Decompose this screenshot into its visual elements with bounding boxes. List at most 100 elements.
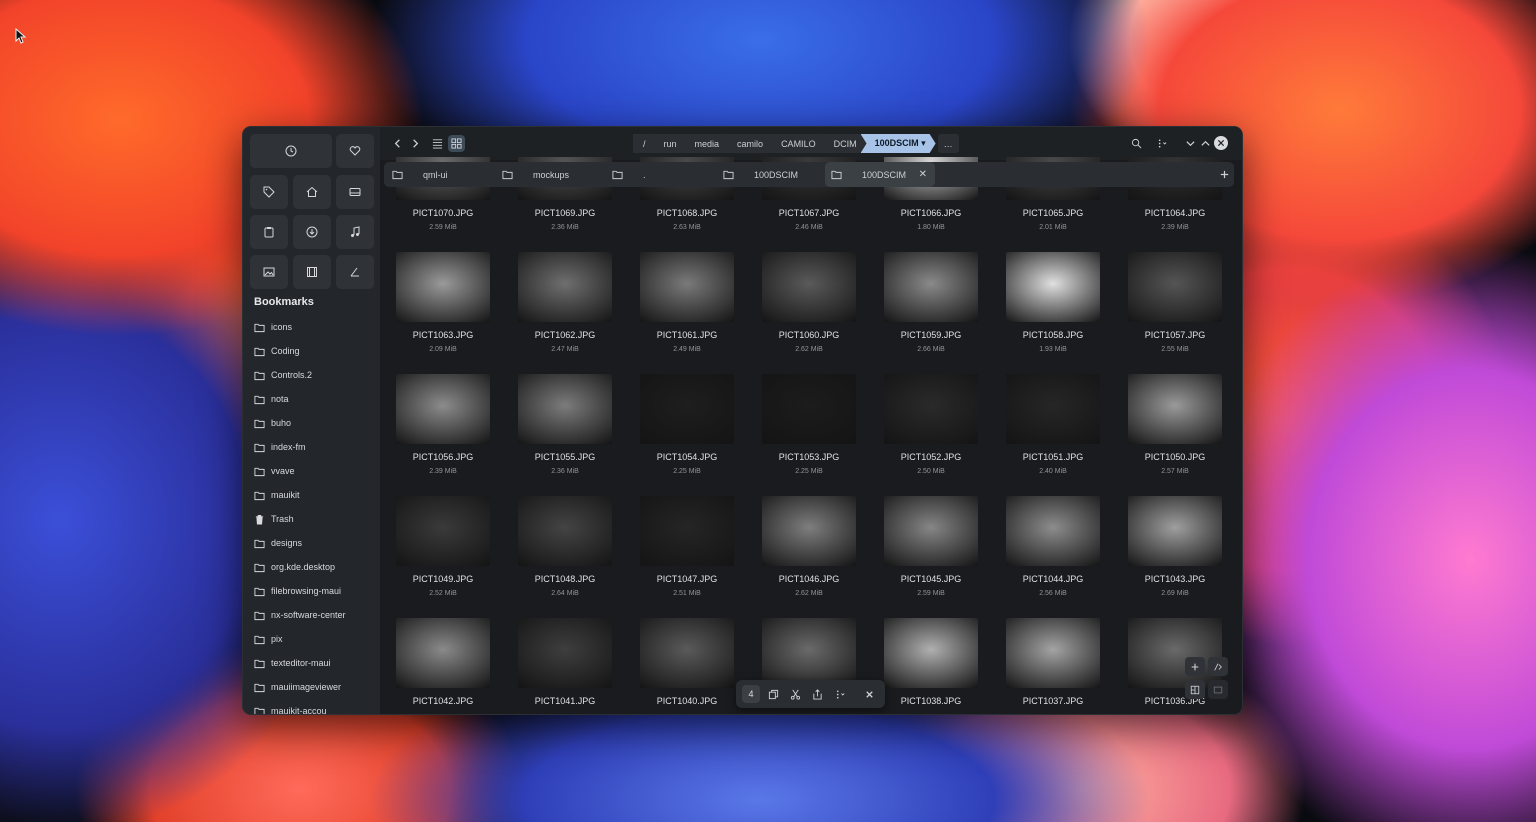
file-name[interactable]: PICT1058.JPG <box>992 330 1114 340</box>
breadcrumb-item[interactable]: 100DSCIM ▾ <box>861 134 936 153</box>
copy-button[interactable] <box>762 685 784 703</box>
share-button[interactable] <box>806 685 828 703</box>
tab[interactable]: 100DSCIM ✕ <box>825 162 935 187</box>
minimize-button[interactable] <box>1183 135 1197 152</box>
tags-button[interactable] <box>250 175 288 209</box>
file-name[interactable]: PICT1043.JPG <box>1114 574 1236 584</box>
list-view-button[interactable] <box>429 135 446 152</box>
file-name[interactable]: PICT1044.JPG <box>992 574 1114 584</box>
grid-view-button[interactable] <box>448 135 465 152</box>
menu-button[interactable] <box>1150 135 1172 152</box>
breadcrumb-item[interactable]: CAMILO <box>767 134 826 153</box>
tab[interactable]: mockups <box>502 162 602 187</box>
file-thumbnail[interactable] <box>518 618 612 688</box>
forward-button[interactable] <box>408 135 423 152</box>
breadcrumb-item[interactable]: media <box>681 134 730 153</box>
file-thumbnail[interactable] <box>884 374 978 444</box>
cut-button[interactable] <box>784 685 806 703</box>
file-name[interactable]: PICT1068.JPG <box>626 208 748 218</box>
file-name[interactable]: PICT1055.JPG <box>504 452 626 462</box>
tab[interactable]: 100DSCIM <box>723 162 823 187</box>
bookmark-item[interactable]: filebrowsing-maui <box>243 579 380 603</box>
downloads-button[interactable] <box>293 215 331 249</box>
file-thumbnail[interactable] <box>396 374 490 444</box>
file-name[interactable]: PICT1038.JPG <box>870 696 992 706</box>
terminal-button[interactable] <box>1208 657 1228 676</box>
breadcrumb-item[interactable]: camilo <box>723 134 773 153</box>
file-name[interactable]: PICT1049.JPG <box>382 574 504 584</box>
file-thumbnail[interactable] <box>640 496 734 566</box>
back-button[interactable] <box>390 135 405 152</box>
file-name[interactable]: PICT1061.JPG <box>626 330 748 340</box>
file-thumbnail[interactable] <box>1006 252 1100 322</box>
file-name[interactable]: PICT1037.JPG <box>992 696 1114 706</box>
file-name[interactable]: PICT1051.JPG <box>992 452 1114 462</box>
file-thumbnail[interactable] <box>518 374 612 444</box>
videos-button[interactable] <box>293 255 331 289</box>
file-thumbnail[interactable] <box>884 496 978 566</box>
documents-button[interactable] <box>336 255 374 289</box>
file-thumbnail[interactable] <box>762 496 856 566</box>
bookmark-item[interactable]: mauiimageviewer <box>243 675 380 699</box>
home-button[interactable] <box>293 175 331 209</box>
file-name[interactable]: PICT1059.JPG <box>870 330 992 340</box>
bookmark-item[interactable]: index-fm <box>243 435 380 459</box>
file-thumbnail[interactable] <box>762 252 856 322</box>
file-thumbnail[interactable] <box>518 252 612 322</box>
file-thumbnail[interactable] <box>396 618 490 688</box>
bookmark-item[interactable]: buho <box>243 411 380 435</box>
music-button[interactable] <box>336 215 374 249</box>
bookmark-item[interactable]: Trash <box>243 507 380 531</box>
breadcrumb-item[interactable]: DCIM <box>820 134 867 153</box>
file-thumbnail[interactable] <box>640 374 734 444</box>
file-name[interactable]: PICT1041.JPG <box>504 696 626 706</box>
file-name[interactable]: PICT1042.JPG <box>382 696 504 706</box>
file-name[interactable]: PICT1057.JPG <box>1114 330 1236 340</box>
tab[interactable]: . <box>612 162 712 187</box>
file-thumbnail[interactable] <box>762 374 856 444</box>
pictures-button[interactable] <box>250 255 288 289</box>
bookmark-item[interactable]: Coding <box>243 339 380 363</box>
file-name[interactable]: PICT1060.JPG <box>748 330 870 340</box>
bookmark-item[interactable]: designs <box>243 531 380 555</box>
split-view-button[interactable] <box>1185 680 1205 699</box>
file-name[interactable]: PICT1070.JPG <box>382 208 504 218</box>
file-name[interactable]: PICT1069.JPG <box>504 208 626 218</box>
file-thumbnail[interactable] <box>1128 252 1222 322</box>
favorites-button[interactable] <box>336 134 374 168</box>
bookmark-item[interactable]: org.kde.desktop <box>243 555 380 579</box>
file-thumbnail[interactable] <box>884 252 978 322</box>
file-name[interactable]: PICT1056.JPG <box>382 452 504 462</box>
file-name[interactable]: PICT1045.JPG <box>870 574 992 584</box>
file-name[interactable]: PICT1063.JPG <box>382 330 504 340</box>
file-thumbnail[interactable] <box>884 618 978 688</box>
new-item-button[interactable] <box>1185 657 1205 676</box>
file-name[interactable]: PICT1062.JPG <box>504 330 626 340</box>
file-thumbnail[interactable] <box>1006 374 1100 444</box>
bookmark-item[interactable]: mauikit <box>243 483 380 507</box>
close-tab-icon[interactable]: ✕ <box>919 169 927 180</box>
more-actions-button[interactable] <box>828 685 852 703</box>
bookmark-item[interactable]: nx-software-center <box>243 603 380 627</box>
preview-button[interactable] <box>1208 680 1228 699</box>
bookmark-item[interactable]: vvave <box>243 459 380 483</box>
file-thumbnail[interactable] <box>1006 618 1100 688</box>
file-thumbnail[interactable] <box>640 618 734 688</box>
breadcrumb-item[interactable]: … <box>937 134 959 153</box>
bookmark-item[interactable]: icons <box>243 315 380 339</box>
file-thumbnail[interactable] <box>518 496 612 566</box>
file-thumbnail[interactable] <box>1128 618 1222 688</box>
file-thumbnail[interactable] <box>396 252 490 322</box>
bookmark-item[interactable]: texteditor-maui <box>243 651 380 675</box>
file-name[interactable]: PICT1048.JPG <box>504 574 626 584</box>
file-name[interactable]: PICT1066.JPG <box>870 208 992 218</box>
file-name[interactable]: PICT1046.JPG <box>748 574 870 584</box>
new-tab-button[interactable] <box>1216 166 1232 183</box>
close-button[interactable] <box>1214 136 1228 150</box>
file-thumbnail[interactable] <box>1128 496 1222 566</box>
file-thumbnail[interactable] <box>1006 496 1100 566</box>
file-thumbnail[interactable] <box>640 252 734 322</box>
bookmark-item[interactable]: mauikit-accou <box>243 699 380 714</box>
file-name[interactable]: PICT1053.JPG <box>748 452 870 462</box>
bookmark-item[interactable]: pix <box>243 627 380 651</box>
